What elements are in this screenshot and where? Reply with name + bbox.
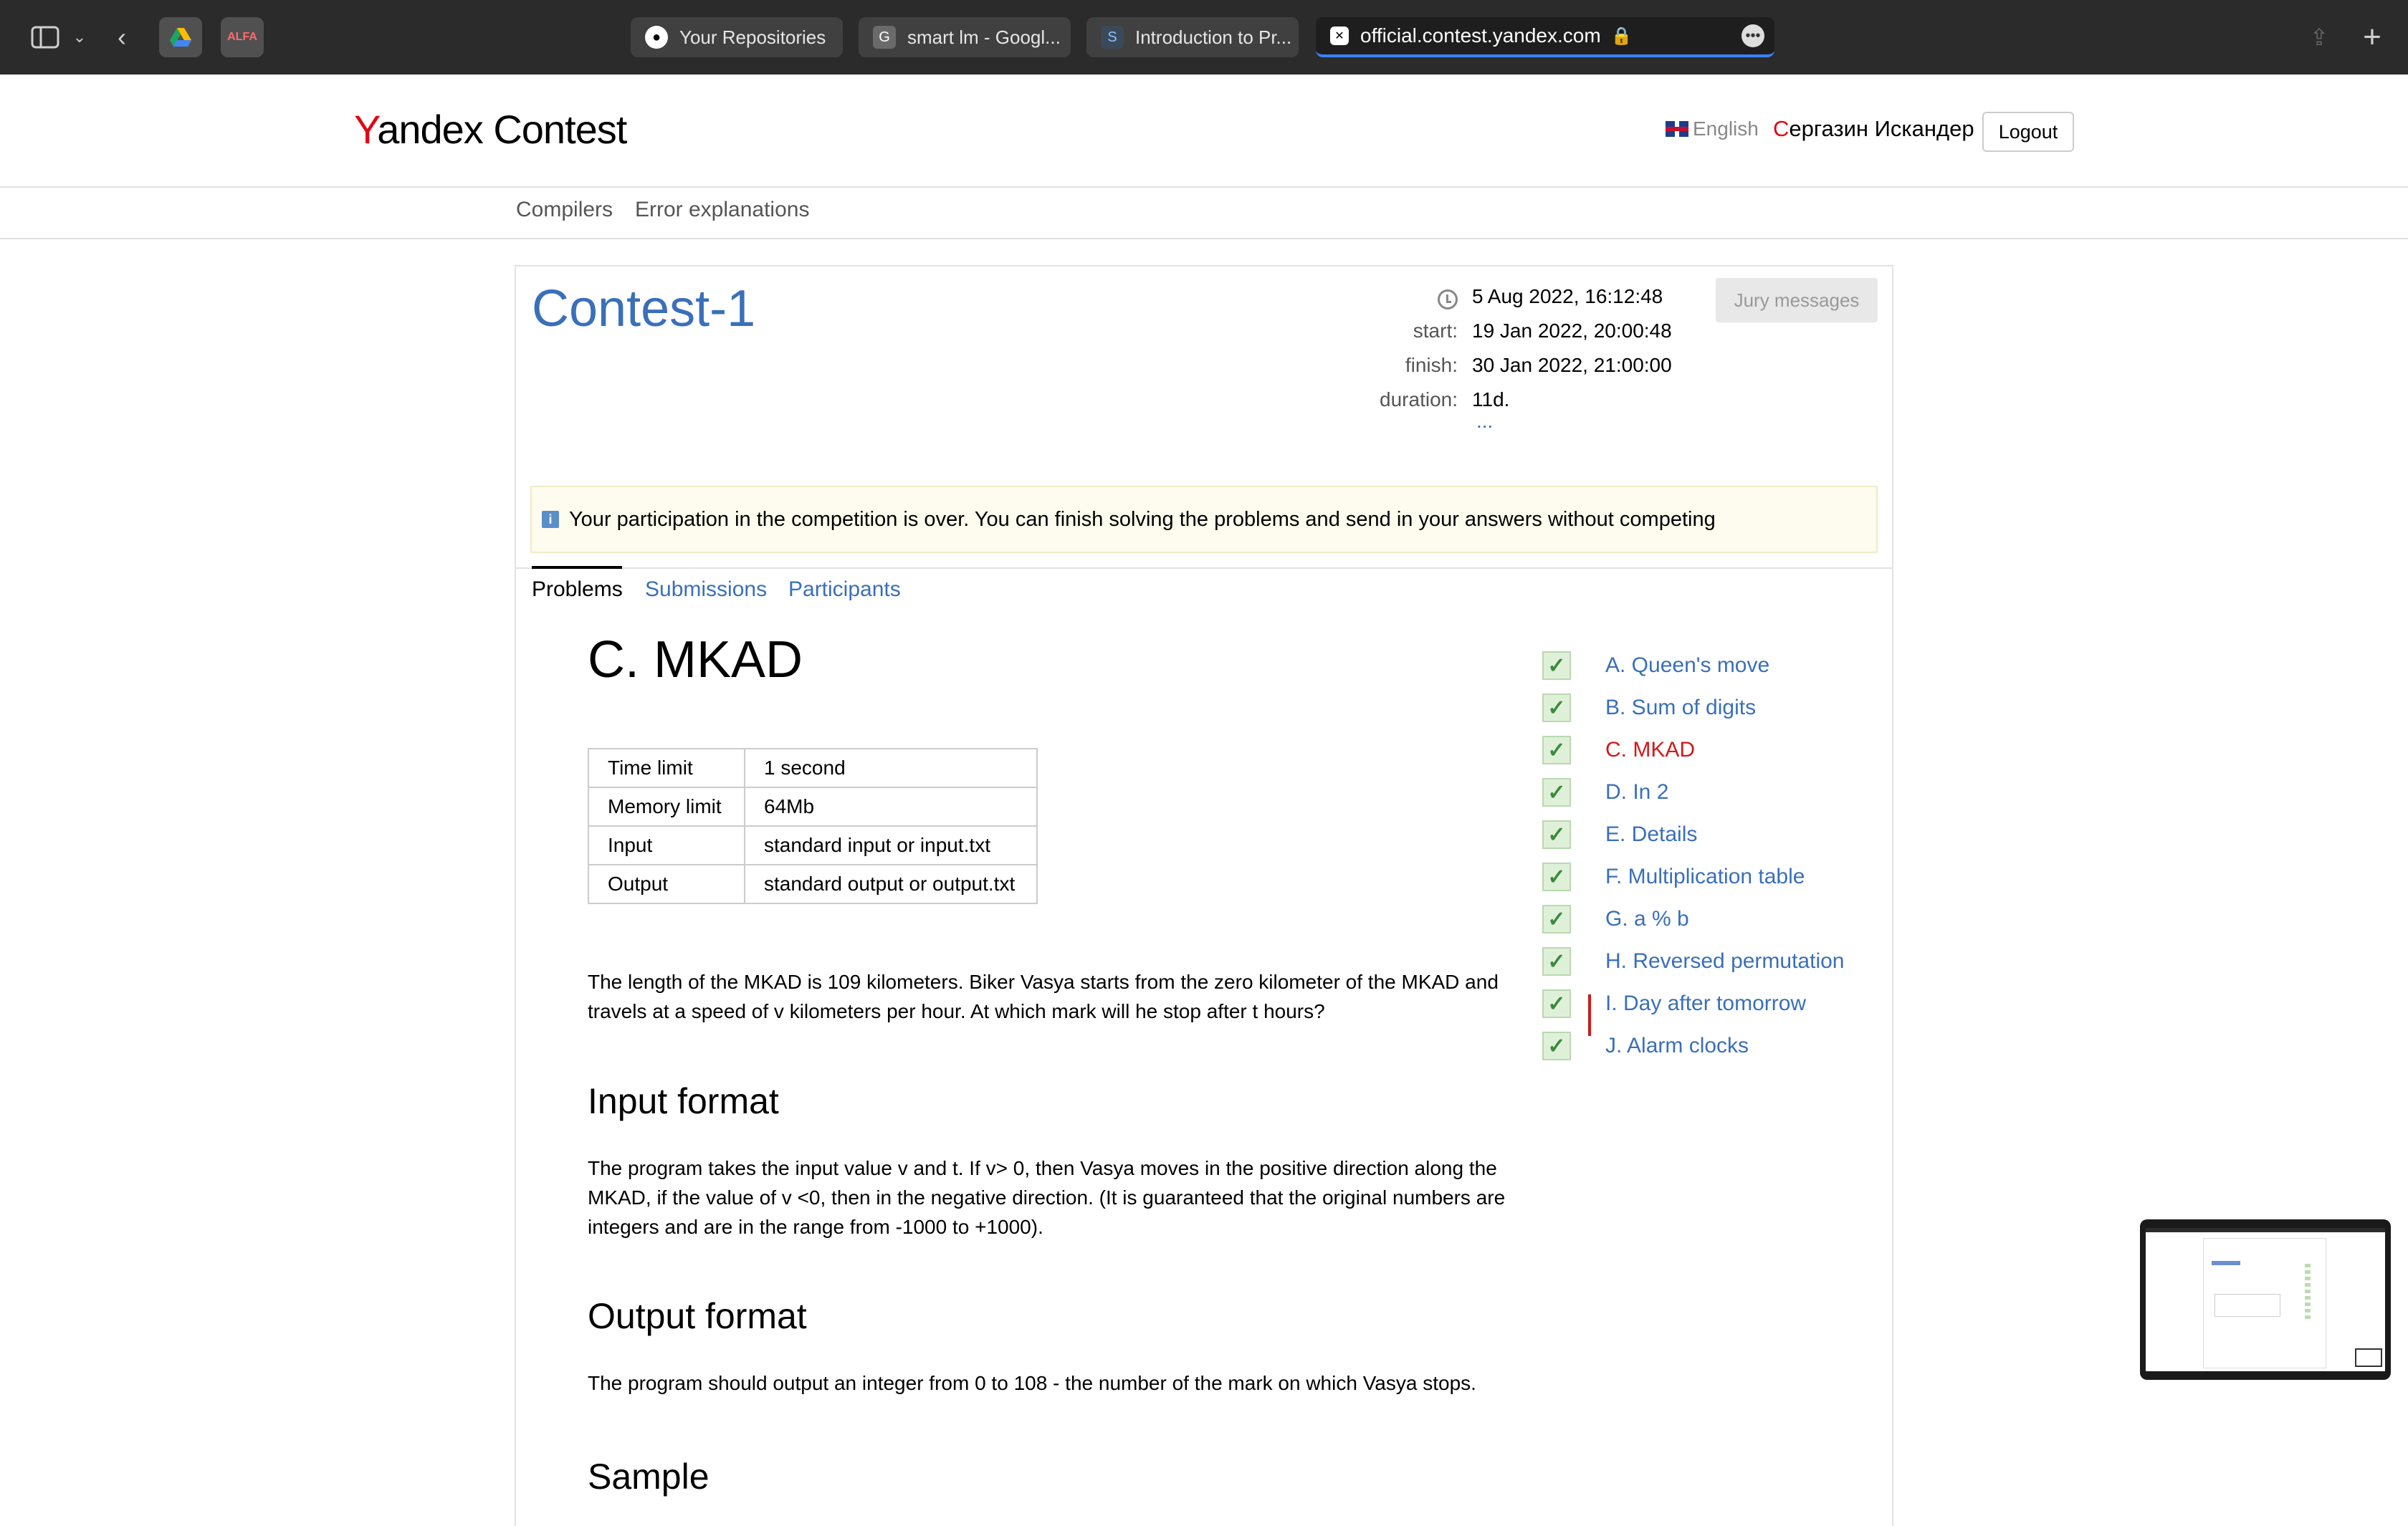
problem-list-item[interactable]: ✓ G. a % b xyxy=(1542,901,1689,937)
limit-value: 1 second xyxy=(744,748,1038,788)
more-options-icon[interactable]: ••• xyxy=(1742,24,1764,47)
table-row: Time limit 1 second xyxy=(588,748,1038,788)
browser-toolbar: ⌄ ‹ ALFA ● Your Repositories G smart lm … xyxy=(0,0,2408,75)
tab-smart-lm[interactable]: G smart lm - Googl... xyxy=(859,17,1071,57)
problem-list-item-current[interactable]: ✓ C. MKAD xyxy=(1542,732,1695,768)
address-bar[interactable]: ✕ official.contest.yandex.com 🔒 ••• xyxy=(1316,17,1774,57)
problem-list-item[interactable]: ✓ I. Day after tomorrow xyxy=(1542,986,1806,1022)
checkmark-icon: ✓ xyxy=(1542,989,1571,1018)
problem-list-item[interactable]: ✓ E. Details xyxy=(1542,817,1697,853)
finish-label: finish: xyxy=(1405,354,1458,376)
user-name[interactable]: Сергазин Искандер xyxy=(1773,116,1974,142)
clock-icon xyxy=(1438,289,1458,309)
nav-error-explanations[interactable]: Error explanations xyxy=(635,198,809,222)
start-label: start: xyxy=(1413,320,1458,342)
thumbnail-preview-image xyxy=(2146,1228,2385,1371)
google-drive-icon[interactable] xyxy=(159,17,202,57)
checkmark-icon: ✓ xyxy=(1542,1032,1571,1060)
stepik-icon: S xyxy=(1101,26,1124,49)
limits-table: Time limit 1 second Memory limit 64Mb In… xyxy=(588,748,1038,904)
language-selector[interactable]: English xyxy=(1666,117,1759,140)
current-problem-marker xyxy=(1588,994,1591,1036)
checkmark-icon: ✓ xyxy=(1542,905,1571,934)
site-header: Yandex Contest English Сергазин Искандер… xyxy=(0,75,2408,188)
sub-navigation: Compilers Error explanations xyxy=(0,188,2408,239)
finish-time: 30 Jan 2022, 21:00:00 xyxy=(1472,354,1672,376)
tab-participants[interactable]: Participants xyxy=(788,577,901,602)
nav-compilers[interactable]: Compilers xyxy=(516,198,613,222)
active-tab-indicator xyxy=(532,566,622,569)
limit-key: Output xyxy=(588,864,745,904)
jury-messages-button[interactable]: Jury messages xyxy=(1716,278,1878,322)
table-row: Memory limit 64Mb xyxy=(588,787,1038,827)
problem-list-item[interactable]: ✓ F. Multiplication table xyxy=(1542,859,1805,895)
tabs-divider xyxy=(516,567,1892,569)
table-row: Input standard input or input.txt xyxy=(588,825,1038,865)
more-info-link[interactable]: ... xyxy=(1476,410,1493,433)
duration-label: duration: xyxy=(1380,388,1458,411)
checkmark-icon: ✓ xyxy=(1542,778,1571,807)
tab-your-repositories[interactable]: ● Your Repositories xyxy=(631,17,843,57)
chevron-down-icon[interactable]: ⌄ xyxy=(69,16,90,59)
problem-list-item[interactable]: ✓ J. Alarm clocks xyxy=(1542,1028,1749,1064)
contest-title[interactable]: Contest-1 xyxy=(532,279,755,338)
uk-flag-icon xyxy=(1666,121,1688,137)
tab-introduction[interactable]: S Introduction to Pr... xyxy=(1086,17,1299,57)
tab-problems[interactable]: Problems xyxy=(532,577,623,602)
problem-list-item[interactable]: ✓ H. Reversed permutation xyxy=(1542,944,1845,979)
contest-panel: Contest-1 5 Aug 2022, 16:12:48 start: 19… xyxy=(515,265,1893,1526)
alfa-extension-icon[interactable]: ALFA xyxy=(221,17,264,57)
info-icon: i xyxy=(542,511,559,528)
yandex-contest-logo[interactable]: Yandex Contest xyxy=(354,106,627,153)
lock-icon: 🔒 xyxy=(1610,26,1633,46)
problem-statement: The length of the MKAD is 109 kilometers… xyxy=(588,971,1499,1022)
output-format-heading: Output format xyxy=(588,1296,807,1336)
checkmark-icon: ✓ xyxy=(1542,694,1571,722)
limit-value: standard input or input.txt xyxy=(744,825,1038,865)
google-icon: G xyxy=(873,26,896,49)
problem-title: C. MKAD xyxy=(588,631,803,688)
problem-list-item[interactable]: ✓ B. Sum of digits xyxy=(1542,690,1756,726)
limit-value: standard output or output.txt xyxy=(744,864,1038,904)
checkmark-icon: ✓ xyxy=(1542,947,1571,976)
tab-submissions[interactable]: Submissions xyxy=(645,577,767,602)
input-format-heading: Input format xyxy=(588,1081,779,1121)
table-row: Output standard output or output.txt xyxy=(588,864,1038,904)
logout-button[interactable]: Logout xyxy=(1982,112,2074,152)
github-icon: ● xyxy=(645,26,668,49)
checkmark-icon: ✓ xyxy=(1542,820,1571,849)
limit-key: Memory limit xyxy=(588,787,745,827)
checkmark-icon: ✓ xyxy=(1542,736,1571,764)
participation-notice: i Your participation in the competition … xyxy=(530,486,1878,553)
screenshot-thumbnail[interactable] xyxy=(2140,1219,2391,1380)
current-time: 5 Aug 2022, 16:12:48 xyxy=(1472,285,1663,307)
yandex-favicon-icon: ✕ xyxy=(1330,27,1349,45)
problem-list-item[interactable]: ✓ D. In 2 xyxy=(1542,774,1668,810)
problem-list-item[interactable]: ✓ A. Queen's move xyxy=(1542,648,1769,683)
input-format-text: The program takes the input value v and … xyxy=(588,1157,1506,1238)
checkmark-icon: ✓ xyxy=(1542,863,1571,891)
limit-key: Input xyxy=(588,825,745,865)
back-icon[interactable]: ‹ xyxy=(108,16,136,59)
limit-value: 64Mb xyxy=(744,787,1038,827)
start-time: 19 Jan 2022, 20:00:48 xyxy=(1472,320,1672,342)
checkmark-icon: ✓ xyxy=(1542,651,1571,680)
limit-key: Time limit xyxy=(588,748,745,788)
new-tab-icon[interactable]: + xyxy=(2358,16,2386,59)
sample-heading: Sample xyxy=(588,1457,710,1497)
sidebar-toggle-icon[interactable] xyxy=(27,16,63,59)
output-format-text: The program should output an integer fro… xyxy=(588,1372,1476,1394)
duration-value: 11d. xyxy=(1472,388,1510,411)
share-icon[interactable]: ⇪ xyxy=(2305,16,2333,59)
